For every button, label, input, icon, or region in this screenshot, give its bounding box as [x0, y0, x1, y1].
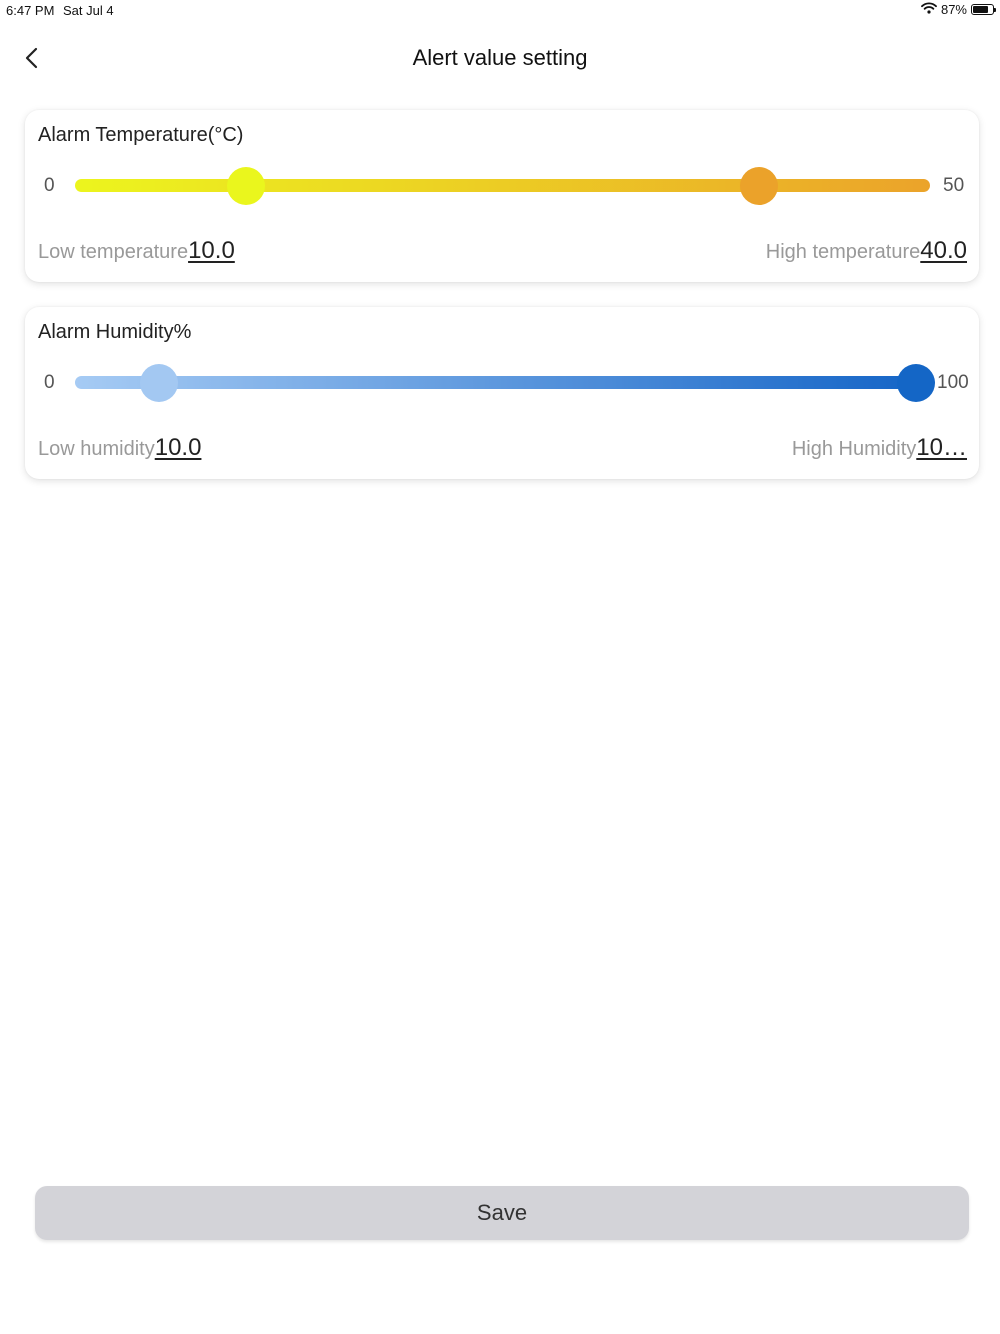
battery-percent: 87% [940, 2, 967, 17]
humidity-low-thumb[interactable] [140, 364, 179, 402]
page-title: Alert value setting [412, 45, 588, 70]
status-date: Sat Jul 4 [63, 3, 114, 18]
high-humidity-row: High Humidity10… [792, 434, 967, 462]
status-time: 6:47 PM [6, 3, 55, 18]
save-button[interactable]: Save [35, 1186, 969, 1240]
high-humidity-value[interactable]: 10… [916, 434, 967, 461]
low-humidity-value[interactable]: 10.0 [155, 434, 202, 461]
humidity-range-min: 0 [44, 372, 55, 393]
status-bar: 6:47 PM Sat Jul 4 87% [0, 0, 1000, 22]
low-temperature-value[interactable]: 10.0 [188, 237, 235, 264]
temperature-card: Alarm Temperature(°C) 0 50 Low temperatu… [25, 110, 979, 282]
high-humidity-label: High Humidity [791, 438, 917, 460]
high-temperature-value[interactable]: 40.0 [920, 237, 967, 264]
low-humidity-label: Low humidity [38, 438, 155, 460]
humidity-card-title: Alarm Humidity% [38, 321, 192, 343]
low-humidity-row: Low humidity10.0 [38, 434, 201, 462]
humidity-high-thumb[interactable] [897, 364, 935, 402]
high-temperature-row: High temperature40.0 [766, 237, 967, 265]
temperature-range-min: 0 [44, 175, 55, 196]
wifi-icon [921, 2, 937, 17]
humidity-card: Alarm Humidity% 0 100 Low humidity10.0 H… [25, 307, 979, 479]
temperature-range-max: 50 [943, 175, 965, 196]
low-temperature-row: Low temperature10.0 [38, 237, 235, 265]
humidity-slider-track[interactable] [75, 376, 916, 389]
temperature-card-title: Alarm Temperature(°C) [38, 124, 244, 146]
temperature-high-thumb[interactable] [740, 167, 778, 205]
humidity-range-max: 100 [937, 372, 969, 393]
high-temperature-label: High temperature [765, 241, 921, 263]
low-temperature-label: Low temperature [38, 241, 189, 263]
temperature-slider-track[interactable] [75, 179, 930, 192]
battery-icon [971, 4, 996, 15]
status-indicators: 87% [921, 2, 996, 17]
temperature-low-thumb[interactable] [227, 167, 265, 205]
